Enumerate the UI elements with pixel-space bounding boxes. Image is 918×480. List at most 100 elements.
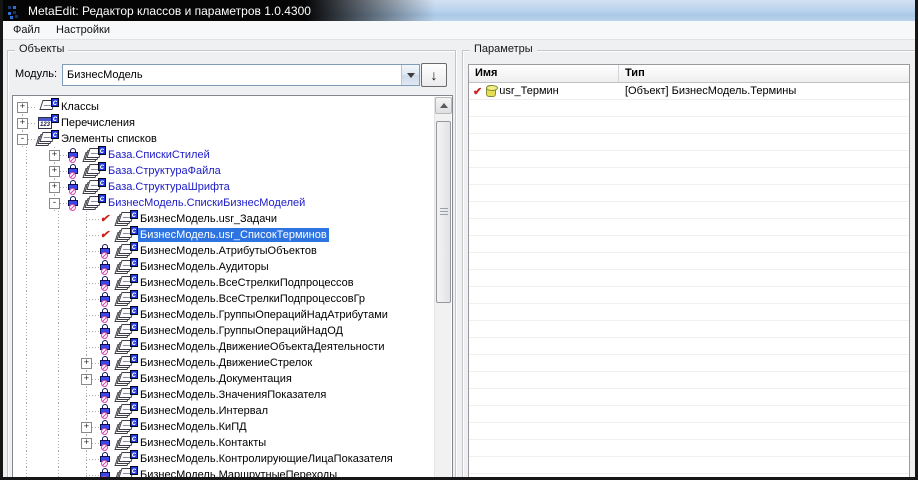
tree-vertical-scrollbar[interactable]: [434, 97, 451, 480]
tree-indent-guide: [46, 259, 78, 275]
tree-item-label: БизнесМодель.ДвижениеОбъектаДеятельности: [138, 340, 387, 354]
tree-item-label: БизнесМодель.Документация: [138, 372, 294, 386]
expand-icon[interactable]: +: [81, 358, 92, 369]
list-items-icon: c: [115, 275, 138, 291]
tree-item[interactable]: cБизнесМодель.ВсеСтрелкиПодпроцессовГр: [14, 291, 434, 307]
tree-connector: -: [14, 131, 36, 147]
tree-item-label: Классы: [59, 100, 101, 114]
tree-connector: [78, 339, 100, 355]
no-entry-icon: [101, 412, 108, 419]
tree-item[interactable]: cБизнесМодель.ЗначенияПоказателя: [14, 387, 434, 403]
class-badge-icon: c: [98, 146, 106, 155]
tree-connector: [78, 467, 100, 480]
tree-connector: +: [78, 355, 100, 371]
tree-item[interactable]: cБизнесМодель.АтрибутыОбъектов: [14, 243, 434, 259]
parameter-type-cell: [Объект] БизнесМодель.Термины: [619, 85, 909, 97]
module-combobox[interactable]: БизнесМодель: [62, 64, 420, 86]
menu-file[interactable]: Файл: [5, 22, 48, 38]
expand-icon[interactable]: +: [49, 166, 60, 177]
tree-item[interactable]: cБизнесМодель.Аудиторы: [14, 259, 434, 275]
combobox-dropdown-button[interactable]: [401, 65, 419, 85]
tree-item[interactable]: +cБизнесМодель.Документация: [14, 371, 434, 387]
expand-icon[interactable]: +: [17, 118, 28, 129]
lock-protected-icon: [68, 179, 83, 195]
tree-item[interactable]: +cБаза.СтруктураФайла: [14, 163, 434, 179]
tree-item[interactable]: cБизнесМодель.ДвижениеОбъектаДеятельност…: [14, 339, 434, 355]
no-entry-icon: [69, 172, 76, 179]
tree-item-label: БизнесМодель.АтрибутыОбъектов: [138, 244, 319, 258]
expand-icon[interactable]: +: [81, 422, 92, 433]
tree-indent-guide: [46, 275, 78, 291]
collapse-icon[interactable]: -: [17, 134, 28, 145]
empty-grid-row: [469, 270, 909, 287]
tree-indent-guide: [46, 243, 78, 259]
expand-icon[interactable]: +: [49, 182, 60, 193]
scroll-up-button[interactable]: [435, 97, 452, 114]
tree-item-label: БизнесМодель.ГруппыОперацийНадОД: [138, 324, 345, 338]
tree-item[interactable]: +123cПеречисления: [14, 115, 434, 131]
list-items-icon: c: [115, 227, 138, 243]
tree-item[interactable]: -cЭлементы списков: [14, 131, 434, 147]
list-items-icon: c: [115, 451, 138, 467]
list-items-icon: c: [115, 211, 138, 227]
expand-icon[interactable]: +: [49, 150, 60, 161]
empty-grid-row: [469, 100, 909, 117]
tree-item[interactable]: +cБизнесМодель.ДвижениеСтрелок: [14, 355, 434, 371]
expand-icon[interactable]: +: [17, 102, 28, 113]
tree-item[interactable]: -cБизнесМодель.СпискиБизнесМоделей: [14, 195, 434, 211]
collapse-icon[interactable]: -: [49, 198, 60, 209]
module-combobox-value: БизнесМодель: [63, 69, 401, 81]
list-items-icon: c: [115, 339, 138, 355]
column-header-name[interactable]: Имя: [469, 65, 619, 82]
tree-item[interactable]: +cБаза.СпискиСтилей: [14, 147, 434, 163]
red-check-icon: ✔: [100, 212, 109, 225]
tree-item[interactable]: cБизнесМодель.ГруппыОперацийНадАтрибутам…: [14, 307, 434, 323]
column-header-type[interactable]: Тип: [619, 65, 909, 82]
tree-item[interactable]: +cКлассы: [14, 99, 434, 115]
tree-item[interactable]: cБизнесМодель.МаршрутныеПереходы: [14, 467, 434, 480]
tree-item-label: БизнесМодель.usr_Задачи: [138, 212, 279, 226]
tree-connector: +: [14, 99, 36, 115]
tree-indent-guide: [14, 211, 46, 227]
tree-item-label: БизнесМодель.СпискиБизнесМоделей: [106, 196, 307, 210]
tree-item[interactable]: cБизнесМодель.КонтролирующиеЛицаПоказате…: [14, 451, 434, 467]
tree-indent-guide: [46, 339, 78, 355]
parameters-group-title: Параметры: [470, 43, 537, 55]
module-load-button[interactable]: ↓: [421, 63, 447, 87]
tree-item-label: БизнесМодель.usr_СписокТерминов: [138, 228, 329, 242]
empty-grid-row: [469, 321, 909, 338]
empty-grid-row: [469, 219, 909, 236]
menu-settings[interactable]: Настройки: [48, 22, 118, 38]
no-entry-icon: [101, 332, 108, 339]
tree-indent-guide: [46, 371, 78, 387]
tree-connector: +: [46, 147, 68, 163]
lock-protected-icon: [100, 371, 115, 387]
tree-item[interactable]: cБизнесМодель.ВсеСтрелкиПодпроцессов: [14, 275, 434, 291]
tree-item-label: БизнесМодель.Контакты: [138, 436, 268, 450]
tree-connector: [78, 403, 100, 419]
scrollbar-thumb[interactable]: [436, 121, 451, 303]
class-badge-icon: c: [130, 338, 138, 347]
red-check-icon: ✔: [100, 228, 109, 241]
tree-item-label: БизнесМодель.Интервал: [138, 404, 270, 418]
parameter-row[interactable]: ✔usr_Термин[Объект] БизнесМодель.Термины: [469, 83, 909, 100]
tree-item[interactable]: ✔ cБизнесМодель.usr_СписокТерминов: [14, 227, 434, 243]
down-arrow-icon: ↓: [431, 67, 438, 83]
class-tree[interactable]: +cКлассы+123cПеречисления-cЭлементы спис…: [12, 95, 453, 480]
tree-item-label: Элементы списков: [59, 132, 159, 146]
expand-icon[interactable]: +: [81, 374, 92, 385]
tree-item[interactable]: +cБаза.СтруктураШрифта: [14, 179, 434, 195]
lock-protected-icon: [100, 403, 115, 419]
tree-item[interactable]: cБизнесМодель.ГруппыОперацийНадОД: [14, 323, 434, 339]
tree-item[interactable]: + cБизнесМодель.Контакты: [14, 435, 434, 451]
class-badge-icon: c: [130, 434, 138, 443]
tree-item[interactable]: cБизнесМодель.Интервал: [14, 403, 434, 419]
menu-bar: Файл Настройки: [3, 21, 915, 40]
tree-item[interactable]: +cБизнесМодель.КиПД: [14, 419, 434, 435]
checked-icon: ✔: [100, 211, 115, 227]
expand-icon[interactable]: +: [81, 438, 92, 449]
empty-grid-row: [469, 338, 909, 355]
tree-item[interactable]: ✔ cБизнесМодель.usr_Задачи: [14, 211, 434, 227]
class-badge-icon: c: [98, 162, 106, 171]
empty-grid-row: [469, 304, 909, 321]
